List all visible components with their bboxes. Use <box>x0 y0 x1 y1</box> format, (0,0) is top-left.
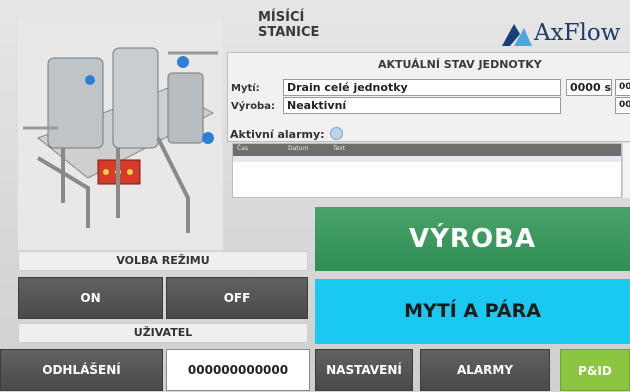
myti-label: Mytí: <box>231 83 260 94</box>
vyroba-label: Výroba: <box>231 101 275 112</box>
mode-off-button[interactable]: OFF <box>166 277 308 319</box>
alarm-scrollbar[interactable] <box>622 143 630 198</box>
alarm-col-text: Text <box>333 145 346 152</box>
alarm-col-date: Datum <box>288 145 309 152</box>
mixing-station-illustration <box>18 18 223 250</box>
vyroba-status-field: Neaktivní <box>283 97 561 114</box>
alarm-col-time: Čas <box>237 145 248 152</box>
status-title: AKTUÁLNÍ STAV JEDNOTKY <box>378 58 542 71</box>
mode-selection-label: VOLBA REŽIMU <box>18 251 308 271</box>
myti-time-field: 0000 s <box>566 79 612 96</box>
vyroba-extra-field: 00 <box>615 97 630 114</box>
active-alarms-label: Aktivní alarmy: <box>230 127 344 141</box>
alarm-table-row <box>233 156 621 162</box>
alarm-table[interactable]: Čas Datum Text <box>232 143 622 198</box>
myti-extra-field: 00 <box>615 79 630 96</box>
active-alarms-text: Aktivní alarmy: <box>230 128 325 141</box>
page-title: MÍSÍCÍ STANICE <box>258 10 320 40</box>
user-label: UŽIVATEL <box>18 323 308 343</box>
logout-button[interactable]: ODHLÁŠENÍ <box>0 349 163 391</box>
axflow-logo: AxFlow <box>500 16 630 52</box>
myti-para-button[interactable]: MYTÍ A PÁRA <box>315 279 630 344</box>
vyroba-button[interactable]: VÝROBA <box>315 207 630 271</box>
myti-status-field: Drain celé jednotky <box>283 79 561 96</box>
axflow-logo-icon <box>502 24 532 46</box>
pid-button[interactable]: P&ID <box>560 349 630 391</box>
alarm-gear-icon[interactable] <box>330 127 344 140</box>
mode-on-button[interactable]: ON <box>18 277 163 319</box>
alarm-table-header: Čas Datum Text <box>233 144 621 156</box>
logo-text: AxFlow <box>534 20 621 46</box>
alarms-button[interactable]: ALARMY <box>420 349 550 391</box>
user-id-field[interactable]: 000000000000 <box>166 349 310 391</box>
settings-button[interactable]: NASTAVENÍ <box>315 349 413 391</box>
